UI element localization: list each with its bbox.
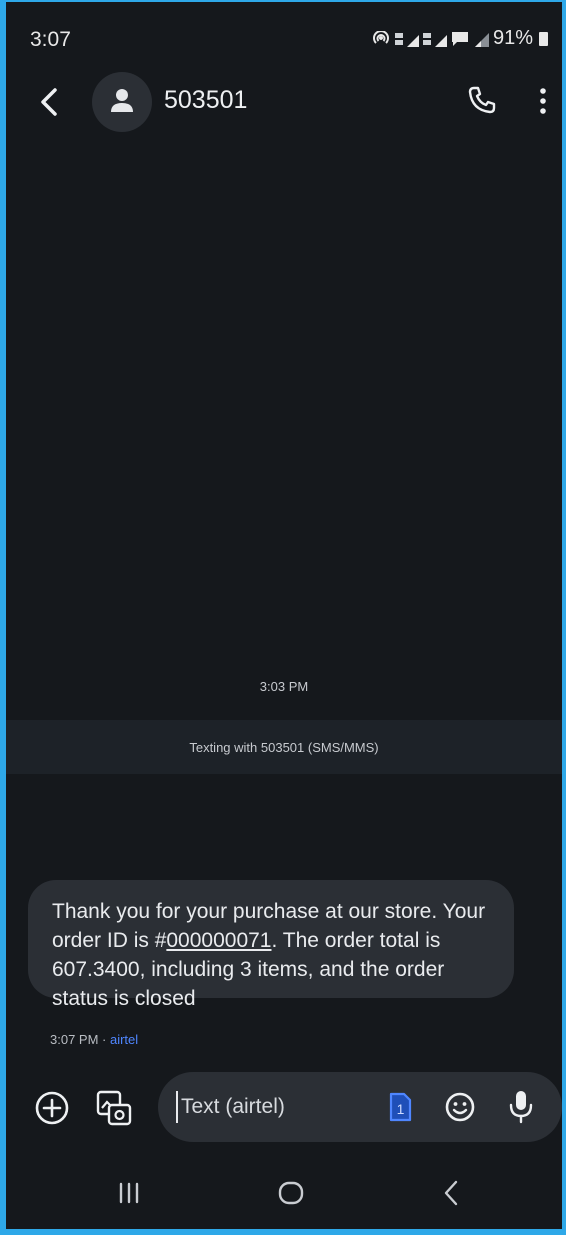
contact-name[interactable]: 503501 (164, 86, 247, 115)
order-id-link[interactable]: 000000071 (166, 929, 271, 952)
emoji-button[interactable] (444, 1091, 476, 1123)
meta-separator: · (98, 1032, 110, 1047)
message-bubble[interactable]: Thank you for your purchase at our store… (28, 880, 514, 1010)
message-input-container[interactable]: 1 (158, 1072, 562, 1142)
message-icon (451, 31, 469, 47)
message-input[interactable] (176, 1091, 383, 1123)
recents-icon (119, 1182, 139, 1204)
recents-button[interactable] (114, 1178, 144, 1208)
mic-icon (509, 1091, 533, 1124)
more-vertical-icon (540, 88, 546, 114)
sim-selector-button[interactable]: 1 (386, 1092, 414, 1122)
home-button[interactable] (276, 1178, 306, 1208)
message-carrier: airtel (109, 1032, 139, 1047)
message-meta: 3:07 PM · airtel (50, 1032, 138, 1047)
voice-input-button[interactable] (508, 1089, 534, 1125)
volte-signal-icon (422, 31, 447, 47)
home-icon (278, 1181, 304, 1205)
sim-number: 1 (397, 1101, 405, 1117)
emoji-icon (445, 1092, 475, 1122)
hotspot-icon (371, 30, 391, 47)
system-navigation-bar (6, 1154, 562, 1228)
signal-icon (473, 31, 489, 47)
status-bar: 3:07 91% (6, 2, 562, 64)
status-icons: 91% (371, 27, 548, 50)
back-icon (444, 1180, 458, 1206)
back-arrow-icon (41, 88, 57, 116)
status-time: 3:07 (30, 28, 71, 51)
message-time: 3:07 PM (50, 1032, 99, 1047)
gallery-icon (96, 1090, 132, 1126)
compose-bar: 1 (6, 1072, 562, 1142)
call-button[interactable] (466, 84, 498, 116)
sim-icon: 1 (389, 1092, 412, 1122)
texting-banner-text: Texting with 503501 (SMS/MMS) (189, 739, 379, 755)
battery-icon (539, 31, 548, 46)
system-back-button[interactable] (436, 1176, 466, 1210)
gallery-button[interactable] (94, 1088, 134, 1128)
phone-screen: 3:07 91% 503501 3:03 PM Texting with 503… (6, 2, 562, 1229)
contact-avatar[interactable] (92, 72, 152, 132)
phone-icon (468, 86, 496, 114)
add-attachment-button[interactable] (34, 1090, 70, 1126)
person-icon (111, 89, 133, 112)
more-options-button[interactable] (531, 84, 555, 118)
date-divider: 3:03 PM (259, 679, 309, 694)
texting-banner: Texting with 503501 (SMS/MMS) (6, 720, 562, 774)
conversation-header: 503501 (6, 64, 562, 142)
battery-text: 91% (492, 27, 533, 49)
back-button[interactable] (32, 84, 68, 120)
volte-signal-icon (394, 31, 419, 47)
add-icon (35, 1091, 69, 1125)
